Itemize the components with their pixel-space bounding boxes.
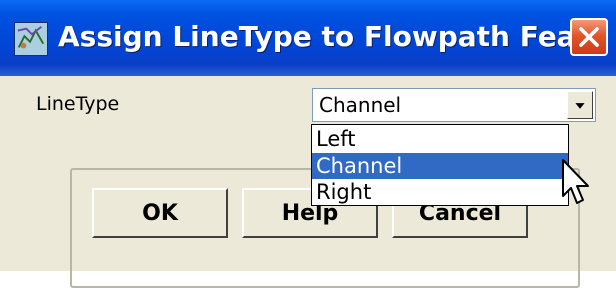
linetype-dropdown-list[interactable]: Left Channel Right	[311, 124, 569, 206]
map-app-icon	[14, 22, 48, 56]
linetype-label: LineType	[36, 93, 120, 115]
dialog-window: Assign LineType to Flowpath Fea... LineT…	[0, 0, 616, 288]
ok-button[interactable]: OK	[92, 188, 228, 238]
close-button[interactable]	[570, 18, 608, 56]
dropdown-option-left[interactable]: Left	[312, 126, 568, 152]
dropdown-option-right[interactable]: Right	[312, 179, 568, 205]
window-title: Assign LineType to Flowpath Fea...	[58, 20, 608, 53]
chevron-down-icon	[575, 103, 585, 109]
close-icon	[579, 27, 599, 47]
title-bar[interactable]: Assign LineType to Flowpath Fea...	[0, 0, 616, 76]
combobox-value: Channel	[319, 93, 402, 117]
dropdown-option-channel[interactable]: Channel	[312, 153, 568, 179]
linetype-combobox[interactable]: Channel	[312, 88, 596, 122]
combobox-dropdown-button[interactable]	[567, 91, 593, 119]
mouse-pointer-icon	[560, 158, 594, 208]
